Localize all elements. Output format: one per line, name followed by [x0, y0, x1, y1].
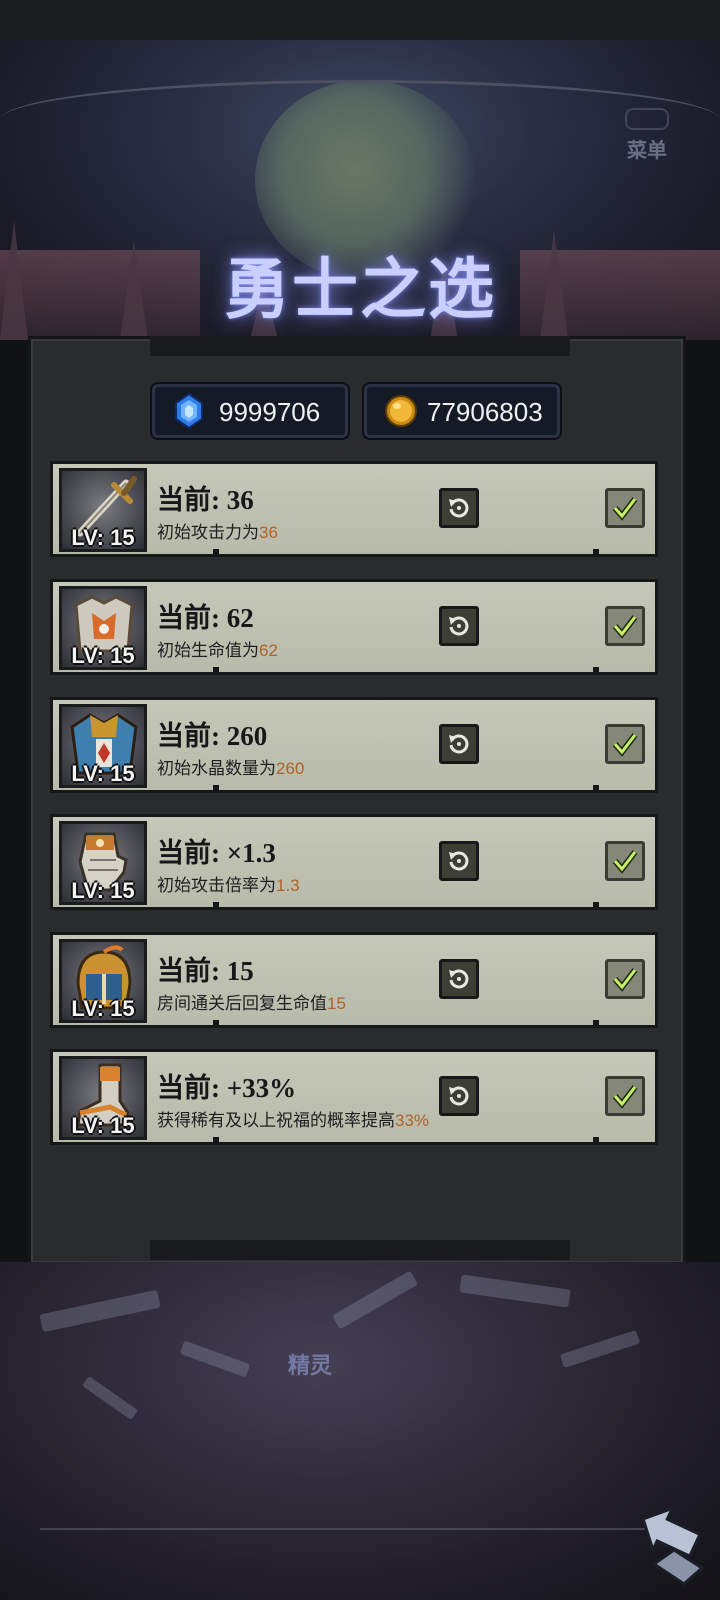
row-edge-mark — [593, 785, 599, 793]
item-portrait: LV: 15 — [59, 586, 147, 670]
menu-label: 菜单 — [627, 140, 667, 162]
level-label: LV: 15 — [71, 643, 135, 668]
current-value: 当前: 15 — [157, 956, 254, 986]
upgrade-description: 初始生命值为62 — [157, 641, 278, 660]
reset-button[interactable] — [439, 606, 479, 646]
row-edge-mark — [593, 549, 599, 557]
spirit-button[interactable]: 精灵 — [240, 1348, 380, 1380]
reset-icon — [449, 734, 469, 754]
current-value: 当前: 36 — [157, 485, 254, 515]
check-icon — [612, 1085, 638, 1109]
gold-coin-icon — [385, 395, 417, 427]
blue-gem-icon — [175, 393, 203, 429]
gem-count: 9999706 — [219, 397, 321, 427]
gold-counter: 77906803 — [364, 384, 560, 438]
confirm-checkbox[interactable] — [605, 606, 645, 646]
item-portrait: LV: 15 — [59, 468, 147, 552]
check-icon — [612, 615, 638, 639]
reset-icon — [449, 969, 469, 989]
row-edge-mark — [213, 785, 219, 793]
rune-decoration — [559, 1329, 641, 1369]
item-portrait: LV: 15 — [59, 1056, 147, 1140]
confirm-checkbox[interactable] — [605, 488, 645, 528]
row-edge-mark — [213, 1020, 219, 1028]
panel-notch-top — [150, 336, 570, 356]
reset-button[interactable] — [439, 959, 479, 999]
rune-decoration — [81, 1375, 139, 1421]
status-bar — [0, 0, 720, 40]
menu-button[interactable]: 菜单 — [612, 108, 682, 174]
reset-icon — [449, 498, 469, 518]
upgrade-row-health: LV: 15 当前: 62 初始生命值为62 — [50, 579, 658, 675]
menu-icon — [625, 108, 669, 130]
upgrade-description: 初始水晶数量为260 — [157, 759, 305, 778]
row-edge-mark — [593, 1020, 599, 1028]
reset-icon — [449, 1086, 469, 1106]
reset-button[interactable] — [439, 1076, 479, 1116]
back-arrow-icon[interactable] — [630, 1506, 706, 1586]
footer-scene — [0, 1262, 720, 1600]
level-label: LV: 15 — [71, 878, 135, 903]
gem-counter: 9999706 — [152, 384, 348, 438]
current-value: 当前: +33% — [157, 1073, 297, 1103]
confirm-checkbox[interactable] — [605, 724, 645, 764]
panel-notch-bottom — [150, 1240, 570, 1260]
row-edge-mark — [213, 902, 219, 910]
confirm-checkbox[interactable] — [605, 841, 645, 881]
confirm-checkbox[interactable] — [605, 959, 645, 999]
check-icon — [612, 968, 638, 992]
page-title: 勇士之选 — [224, 254, 496, 327]
item-portrait: LV: 15 — [59, 939, 147, 1023]
upgrade-description: 获得稀有及以上祝福的概率提高33% — [157, 1111, 430, 1130]
confirm-checkbox[interactable] — [605, 1076, 645, 1116]
current-value: 当前: 62 — [157, 603, 254, 633]
gold-count: 77906803 — [427, 397, 543, 427]
upgrade-row-attack: LV: 15 当前: 36 初始攻击力为36 — [50, 461, 658, 557]
row-edge-mark — [593, 667, 599, 675]
reset-button[interactable] — [439, 724, 479, 764]
row-edge-mark — [213, 667, 219, 675]
check-icon — [612, 497, 638, 521]
reset-icon — [449, 616, 469, 636]
level-label: LV: 15 — [71, 525, 135, 550]
upgrade-row-blessing: LV: 15 当前: +33% 获得稀有及以上祝福的概率提高33% — [50, 1049, 658, 1145]
level-label: LV: 15 — [71, 761, 135, 786]
check-icon — [612, 733, 638, 757]
upgrade-row-crystal: LV: 15 当前: 260 初始水晶数量为260 — [50, 697, 658, 793]
item-portrait: LV: 15 — [59, 821, 147, 905]
current-value: 当前: ×1.3 — [157, 838, 276, 868]
upgrade-row-multiplier: LV: 15 当前: ×1.3 初始攻击倍率为1.3 — [50, 814, 658, 910]
rune-decoration — [332, 1270, 418, 1330]
row-edge-mark — [213, 549, 219, 557]
row-edge-mark — [593, 902, 599, 910]
level-label: LV: 15 — [71, 1113, 135, 1138]
reset-button[interactable] — [439, 841, 479, 881]
check-icon — [612, 850, 638, 874]
reset-button[interactable] — [439, 488, 479, 528]
level-label: LV: 15 — [71, 996, 135, 1021]
upgrade-row-regen: LV: 15 当前: 15 房间通关后回复生命值15 — [50, 932, 658, 1028]
item-portrait: LV: 15 — [59, 704, 147, 788]
upgrade-description: 房间通关后回复生命值15 — [157, 994, 346, 1013]
rune-decoration — [459, 1274, 571, 1308]
upgrade-description: 初始攻击倍率为1.3 — [157, 876, 300, 895]
row-edge-mark — [593, 1137, 599, 1145]
current-value: 当前: 260 — [157, 721, 268, 751]
row-edge-mark — [213, 1137, 219, 1145]
reset-icon — [449, 851, 469, 871]
upgrade-description: 初始攻击力为36 — [157, 523, 278, 542]
footer-divider — [40, 1528, 660, 1530]
rune-decoration — [39, 1289, 161, 1333]
